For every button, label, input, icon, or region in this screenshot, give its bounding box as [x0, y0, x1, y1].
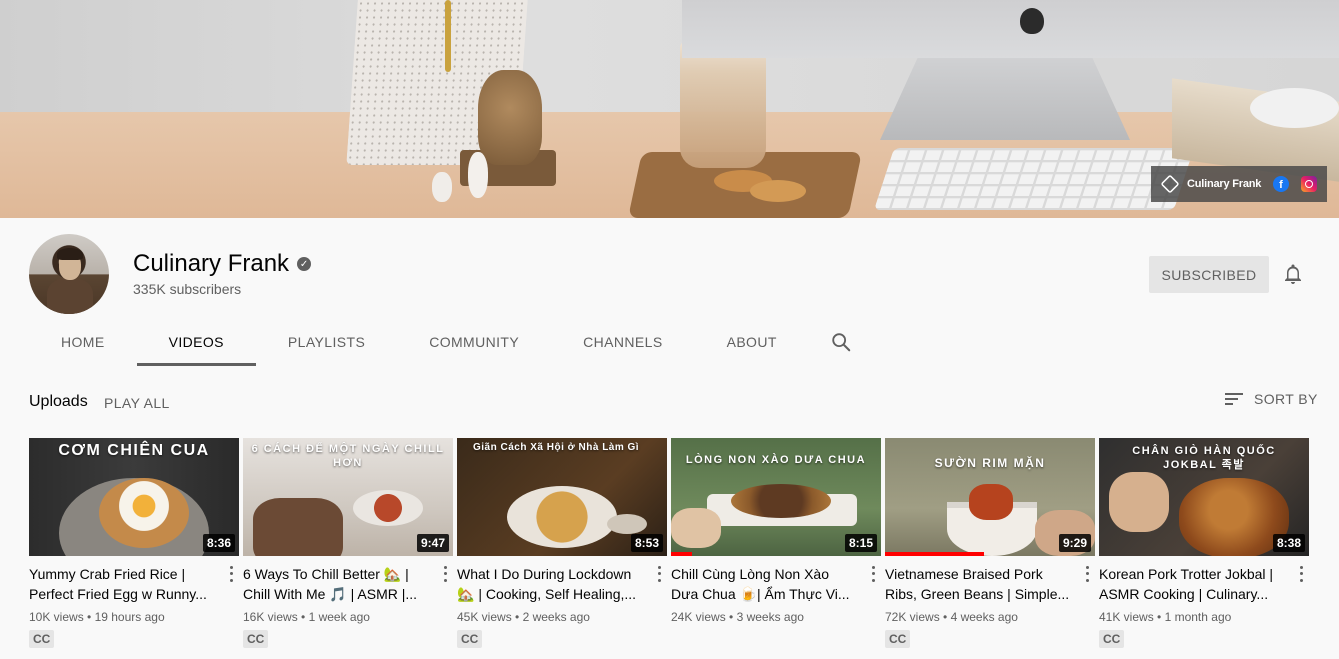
thumbnail-text: SƯỜN RIM MẶN — [934, 456, 1046, 470]
more-actions-icon[interactable] — [867, 564, 879, 584]
upload-age: 1 month ago — [1164, 610, 1232, 624]
cc-badge: CC — [29, 630, 55, 648]
cc-badge: CC — [243, 630, 269, 648]
tab-community[interactable]: COMMUNITY — [397, 318, 551, 366]
sort-icon — [1225, 393, 1243, 405]
tab-about[interactable]: ABOUT — [695, 318, 809, 366]
section-title: Uploads — [29, 393, 88, 410]
video-card[interactable]: CƠM CHIÊN CUA 8:36 Yummy Crab Fried Rice… — [29, 438, 239, 648]
subscribed-button[interactable]: SUBSCRIBED — [1149, 256, 1269, 293]
video-title[interactable]: Korean Pork Trotter Jokbal | ASMR Cookin… — [1099, 564, 1285, 604]
tab-channels[interactable]: CHANNELS — [551, 318, 694, 366]
video-meta: 41K views • 1 month ago — [1099, 610, 1232, 624]
video-meta: 45K views • 2 weeks ago — [457, 610, 590, 624]
cc-badge: CC — [457, 630, 483, 648]
video-title[interactable]: 6 Ways To Chill Better 🏡 | Chill With Me… — [243, 564, 429, 604]
subscriber-count: 335K subscribers — [133, 281, 242, 297]
channel-banner: Culinary Frank f — [0, 0, 1339, 218]
video-meta: 72K views • 4 weeks ago — [885, 610, 1018, 624]
more-actions-icon[interactable] — [225, 564, 237, 584]
video-meta: 16K views • 1 week ago — [243, 610, 370, 624]
channel-name-row: Culinary Frank ✓ — [133, 250, 312, 278]
video-title[interactable]: What I Do During Lockdown 🏡 | Cooking, S… — [457, 564, 643, 604]
video-thumbnail[interactable]: SƯỜN RIM MẶN 9:29 — [885, 438, 1095, 556]
upload-age: 4 weeks ago — [950, 610, 1018, 624]
view-count: 24K views — [671, 610, 726, 624]
video-title[interactable]: Vietnamese Braised Pork Ribs, Green Bean… — [885, 564, 1071, 604]
thumbnail-text: Giãn Cách Xã Hội ở Nhà Làm Gì — [473, 442, 640, 453]
video-meta: 24K views • 3 weeks ago — [671, 610, 804, 624]
video-title[interactable]: Yummy Crab Fried Rice | Perfect Fried Eg… — [29, 564, 215, 604]
channel-header: Culinary Frank ✓ 335K subscribers SUBSCR… — [0, 218, 1339, 366]
facebook-icon[interactable]: f — [1273, 176, 1289, 192]
apple-logo-icon — [1020, 8, 1044, 34]
more-actions-icon[interactable] — [653, 564, 665, 584]
thumbnail-text: CƠM CHIÊN CUA — [58, 442, 210, 459]
video-card[interactable]: SƯỜN RIM MẶN 9:29 Vietnamese Braised Por… — [885, 438, 1095, 648]
video-duration: 8:53 — [630, 534, 663, 552]
tab-home[interactable]: HOME — [29, 318, 137, 366]
view-count: 45K views — [457, 610, 512, 624]
videos-section: Uploads PLAY ALL SORT BY CƠM CHIÊN CUA 8… — [0, 366, 1339, 659]
channel-logo-icon — [1160, 174, 1180, 194]
more-actions-icon[interactable] — [1295, 564, 1307, 584]
channel-search-button[interactable] — [817, 318, 865, 366]
upload-age: 2 weeks ago — [522, 610, 590, 624]
upload-age: 19 hours ago — [94, 610, 165, 624]
buddha-statue-image — [478, 70, 542, 165]
tab-playlists[interactable]: PLAYLISTS — [256, 318, 397, 366]
cc-badge: CC — [1099, 630, 1125, 648]
watch-progress-bar — [671, 552, 692, 556]
imac-image — [682, 0, 1339, 58]
video-meta: 10K views • 19 hours ago — [29, 610, 165, 624]
channel-tabs: HOME VIDEOS PLAYLISTS COMMUNITY CHANNELS… — [29, 318, 865, 366]
video-duration: 9:47 — [416, 534, 449, 552]
thumbnail-text: LÒNG NON XÀO DƯA CHUA — [685, 454, 867, 466]
video-card[interactable]: Giãn Cách Xã Hội ở Nhà Làm Gì 8:53 What … — [457, 438, 667, 648]
instagram-icon[interactable] — [1301, 176, 1317, 192]
view-count: 41K views — [1099, 610, 1154, 624]
video-thumbnail[interactable]: 6 CÁCH ĐỂ MỘT NGÀY CHILL HƠN 9:47 — [243, 438, 453, 556]
coffee-cup-image — [680, 40, 766, 168]
thumbnail-text: 6 CÁCH ĐỂ MỘT NGÀY CHILL HƠN — [251, 443, 445, 469]
video-thumbnail[interactable]: LÒNG NON XÀO DƯA CHUA 8:15 — [671, 438, 881, 556]
notification-bell-icon[interactable] — [1281, 262, 1305, 286]
video-duration: 8:38 — [1272, 534, 1305, 552]
view-count: 72K views — [885, 610, 940, 624]
banner-link-name[interactable]: Culinary Frank — [1187, 178, 1273, 190]
video-duration: 9:29 — [1058, 534, 1091, 552]
video-thumbnail[interactable]: CƠM CHIÊN CUA 8:36 — [29, 438, 239, 556]
more-actions-icon[interactable] — [439, 564, 451, 584]
verified-badge-icon: ✓ — [297, 257, 312, 271]
video-card[interactable]: LÒNG NON XÀO DƯA CHUA 8:15 Chill Cùng Lò… — [671, 438, 881, 648]
channel-name: Culinary Frank — [133, 250, 290, 277]
video-thumbnail[interactable]: CHÂN GIÒ HÀN QUỐC JOKBAL 족발 8:38 — [1099, 438, 1309, 556]
more-actions-icon[interactable] — [1081, 564, 1093, 584]
channel-avatar[interactable] — [29, 234, 109, 314]
watch-progress-bar — [885, 552, 984, 556]
thumbnail-text: CHÂN GIÒ HÀN QUỐC JOKBAL 족발 — [1132, 445, 1276, 471]
upload-age: 1 week ago — [308, 610, 370, 624]
video-card[interactable]: CHÂN GIÒ HÀN QUỐC JOKBAL 족발 8:38 Korean … — [1099, 438, 1309, 648]
upload-age: 3 weeks ago — [736, 610, 804, 624]
video-grid: CƠM CHIÊN CUA 8:36 Yummy Crab Fried Rice… — [29, 438, 1309, 648]
view-count: 16K views — [243, 610, 298, 624]
video-title[interactable]: Chill Cùng Lòng Non Xào Dưa Chua 🍺| Ẩm T… — [671, 564, 857, 604]
sort-by-label: SORT BY — [1254, 391, 1318, 407]
cc-badge: CC — [885, 630, 911, 648]
banner-social-links: Culinary Frank f — [1151, 166, 1327, 202]
sort-by-button[interactable]: SORT BY — [1224, 391, 1318, 407]
video-duration: 8:15 — [844, 534, 877, 552]
search-icon — [832, 333, 851, 352]
video-thumbnail[interactable]: Giãn Cách Xã Hội ở Nhà Làm Gì 8:53 — [457, 438, 667, 556]
view-count: 10K views — [29, 610, 84, 624]
video-duration: 8:36 — [202, 534, 235, 552]
video-card[interactable]: 6 CÁCH ĐỂ MỘT NGÀY CHILL HƠN 9:47 6 Ways… — [243, 438, 453, 648]
tab-videos[interactable]: VIDEOS — [136, 318, 257, 366]
play-all-button[interactable]: PLAY ALL — [104, 395, 170, 411]
